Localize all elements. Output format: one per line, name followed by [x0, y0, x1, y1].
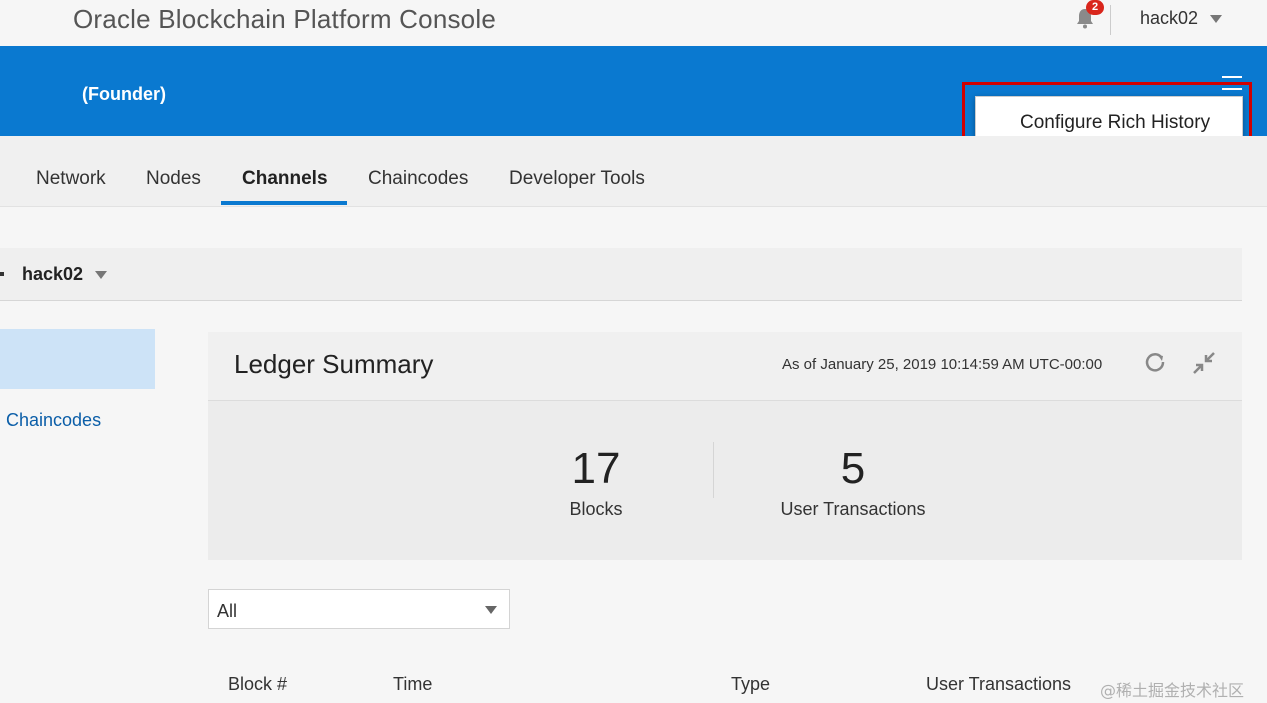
- breadcrumb-arrow-icon: [0, 272, 4, 276]
- user-menu[interactable]: hack02: [1140, 8, 1223, 29]
- user-transactions-label: User Transactions: [780, 499, 926, 519]
- channel-name: hack02: [22, 264, 84, 284]
- channel-breadcrumb: hack02: [0, 248, 1242, 301]
- column-header-user-transactions[interactable]: User Transactions: [926, 674, 1071, 695]
- channel-selector[interactable]: hack02: [22, 264, 108, 285]
- stat-divider: [713, 442, 714, 498]
- tab-channels[interactable]: Channels: [242, 168, 328, 190]
- watermark: @稀土掘金技术社区: [1100, 681, 1245, 700]
- chevron-down-icon: [95, 271, 108, 280]
- top-bar: Oracle Blockchain Platform Console 2 hac…: [0, 0, 1267, 46]
- username-label: hack02: [1140, 8, 1199, 28]
- notification-badge: 2: [1086, 0, 1104, 15]
- ledger-summary-header: Ledger Summary As of January 25, 2019 10…: [208, 332, 1242, 401]
- ledger-summary-panel: Ledger Summary As of January 25, 2019 10…: [208, 332, 1242, 560]
- column-header-time[interactable]: Time: [393, 674, 432, 695]
- block-filter-select[interactable]: All: [208, 589, 510, 629]
- blocks-label: Blocks: [569, 499, 623, 519]
- app-title: Oracle Blockchain Platform Console: [73, 4, 496, 34]
- header-divider: [1110, 5, 1111, 35]
- refresh-icon[interactable]: [1144, 351, 1166, 373]
- column-header-block[interactable]: Block #: [228, 674, 287, 695]
- tab-chaincodes[interactable]: Chaincodes: [368, 168, 468, 190]
- tab-nodes[interactable]: Nodes: [146, 168, 201, 190]
- collapse-icon[interactable]: [1192, 351, 1216, 375]
- tab-developer-tools[interactable]: Developer Tools: [509, 168, 645, 190]
- user-transactions-count: 5: [840, 444, 866, 493]
- blocks-count: 17: [571, 444, 621, 493]
- user-transactions-stat: 5 User Transactions: [752, 445, 954, 520]
- column-header-type[interactable]: Type: [731, 674, 770, 695]
- sidebar-item-chaincodes[interactable]: Chaincodes: [6, 410, 101, 431]
- panel-title: Ledger Summary: [234, 349, 434, 379]
- active-tab-indicator: [221, 201, 347, 205]
- chevron-down-icon: [1210, 15, 1223, 24]
- main-tabs: Network Nodes Channels Chaincodes Develo…: [0, 136, 1267, 207]
- sidebar-item-active[interactable]: [0, 329, 155, 389]
- tab-network[interactable]: Network: [36, 168, 106, 190]
- as-of-timestamp: As of January 25, 2019 10:14:59 AM UTC-0…: [782, 356, 1103, 373]
- filter-value: All: [217, 601, 238, 621]
- chevron-down-icon: [485, 606, 497, 614]
- blocks-stat: 17 Blocks: [538, 445, 654, 520]
- instance-role: (Founder): [82, 84, 166, 104]
